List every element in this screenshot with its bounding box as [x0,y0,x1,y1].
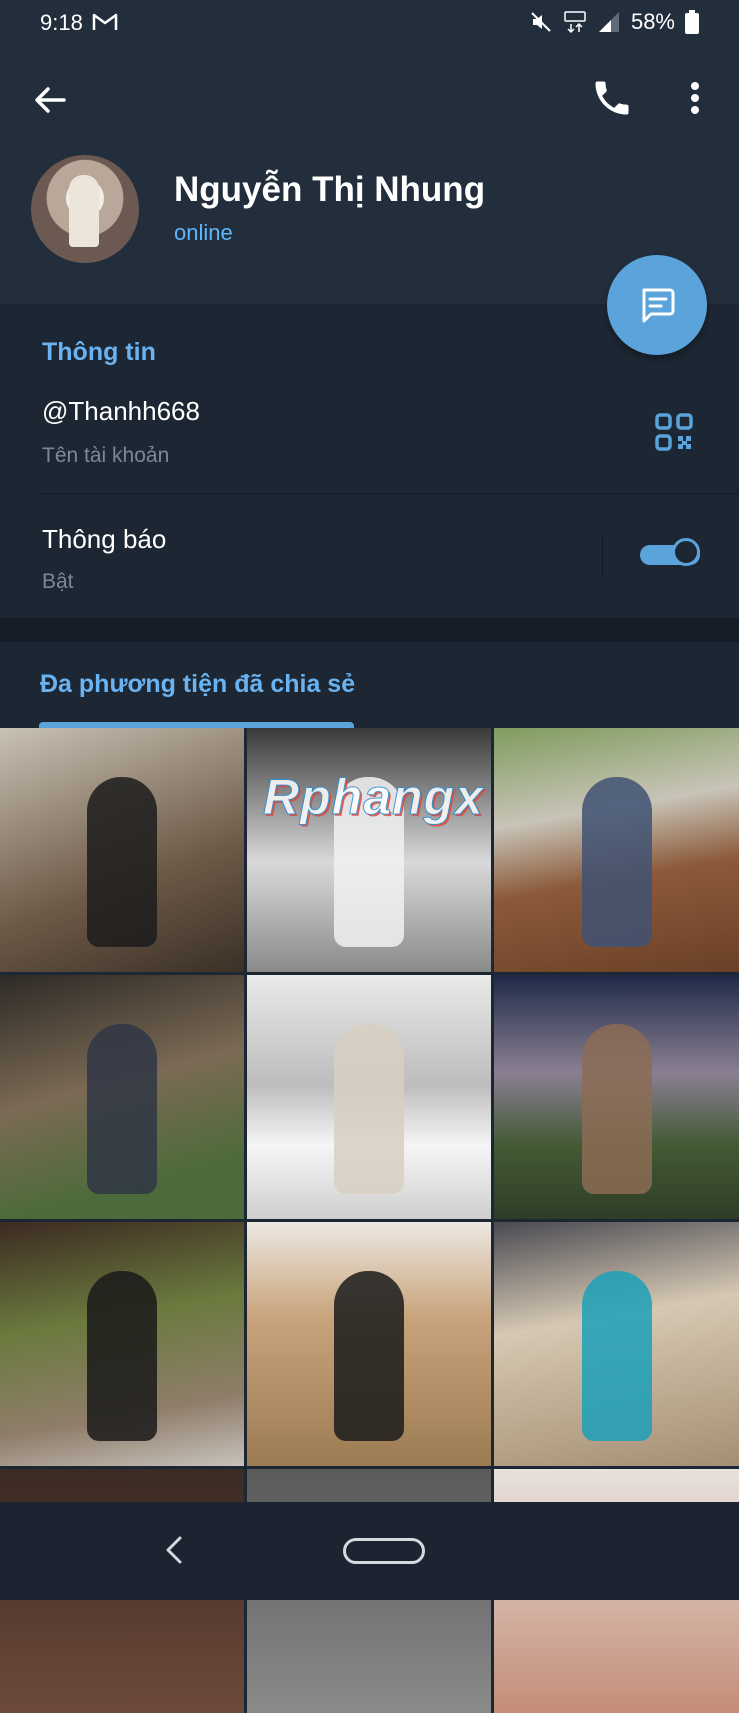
media-thumbnail[interactable] [0,975,244,1219]
photo-figure [87,1023,157,1194]
info-section-title: Thông tin [42,338,156,366]
battery-percent: 58% [630,9,675,34]
more-options-icon[interactable] [680,76,710,120]
media-thumbnail[interactable] [494,975,739,1219]
tab-shared-media[interactable]: Đa phương tiện đã chia sẻ [40,670,355,699]
divider [602,534,603,576]
photo-figure [581,1023,652,1194]
username-value: @Thanhh668 [42,396,200,426]
divider [38,493,739,494]
signal-icon [598,12,619,32]
profile-name: Nguyễn Thị Nhung [174,170,486,209]
qr-code-icon[interactable] [654,412,694,452]
lte-icon [564,11,586,34]
username-label: Tên tài khoản [42,444,170,467]
section-divider [0,618,739,642]
photo-figure [581,1270,652,1441]
watermark-text: Rphangx [263,769,484,826]
notifications-value: Bật [42,570,74,593]
photo-figure [581,776,652,947]
notifications-label: Thông báo [42,524,167,554]
photo-figure [334,1023,404,1194]
shared-media-section: Đa phương tiện đã chia sẻ Rphangx [0,642,739,1713]
photo-figure [334,1270,404,1441]
media-thumbnail[interactable] [0,1222,244,1466]
photo-figure [87,776,157,947]
phone-call-icon[interactable] [590,76,634,120]
avatar[interactable] [31,155,139,263]
toggle-knob [672,538,700,566]
status-time: 9:18 [40,10,83,35]
media-thumbnail[interactable] [494,728,739,972]
system-nav-bar [0,1502,739,1600]
profile-status: online [174,220,233,245]
media-thumbnail[interactable] [0,728,244,972]
send-message-button[interactable] [607,255,707,355]
nav-back-icon[interactable] [160,1530,190,1570]
status-bar: 9:18 58% [0,0,739,48]
info-section: Thông tin @Thanhh668 Tên tài khoản Thông… [0,306,739,618]
gmail-icon [92,13,118,30]
media-thumbnail[interactable] [247,1222,491,1466]
mute-icon [531,12,551,32]
media-thumbnail[interactable] [494,1222,739,1466]
notifications-toggle[interactable] [640,538,702,570]
photo-figure [87,1270,157,1441]
battery-icon [685,10,699,34]
media-thumbnail[interactable] [247,975,491,1219]
nav-home-button[interactable] [343,1538,425,1564]
message-icon [642,288,675,323]
back-arrow-icon[interactable] [30,80,70,120]
status-indicators: 58% [529,9,699,35]
media-thumbnail[interactable]: Rphangx [247,728,491,972]
